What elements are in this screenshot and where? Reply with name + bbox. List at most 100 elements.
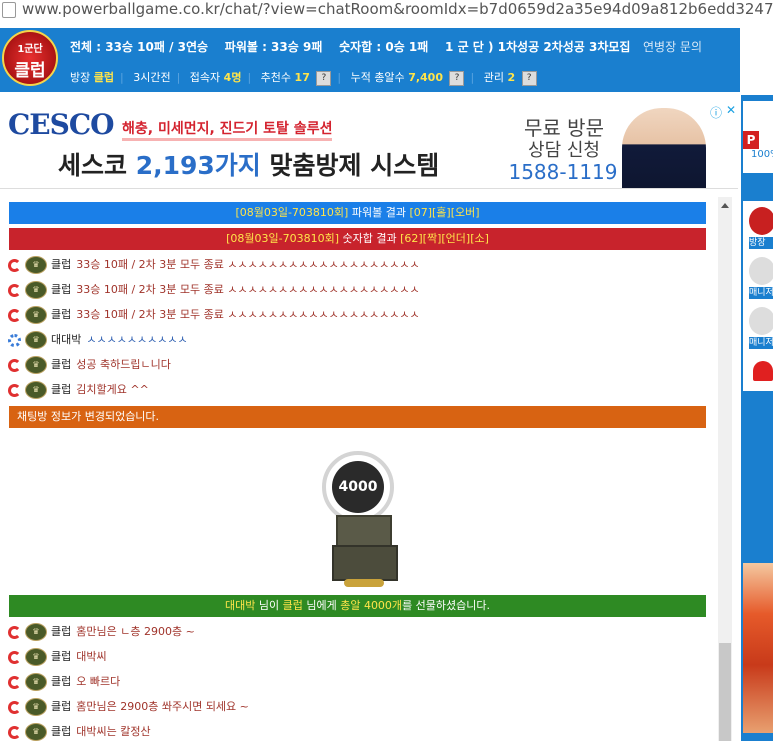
host-rank-icon xyxy=(8,675,21,689)
sum-result-bar: [08월03일-703810회] 숫자합 결과 [62][짝][언더][소] xyxy=(9,228,706,250)
users-count[interactable]: 4명 xyxy=(224,71,242,84)
message-text: ㅅㅅㅅㅅㅅㅅㅅㅅㅅㅅ xyxy=(86,333,188,346)
message-nick[interactable]: 클럽 xyxy=(51,383,71,396)
result-label: 숫자합 결과 xyxy=(339,232,401,245)
gift-item: 총알 4000개 xyxy=(340,599,403,612)
host-rank-icon xyxy=(8,650,21,664)
chat-message: ♛ 클럽 오 빠르다 xyxy=(8,671,120,693)
chat-message: ♛ 대대박 ㅅㅅㅅㅅㅅㅅㅅㅅㅅㅅ xyxy=(8,329,188,351)
ad-info-icon[interactable]: ⓘ xyxy=(710,104,722,121)
total-bullets-label: 누적 총알수 xyxy=(350,71,405,84)
ad-tagline: 해충, 미세먼지, 진드기 토탈 솔루션 xyxy=(122,118,333,141)
message-nick[interactable]: 클럽 xyxy=(51,725,71,738)
gift-sender: 대대박 xyxy=(224,599,256,612)
host-rank-icon xyxy=(8,283,21,297)
result-round: [08월03일-703810회] xyxy=(226,232,339,245)
total-record: 전체 : 33승 10패 / 3연승 xyxy=(70,40,209,54)
powerball-result-bar: [08월03일-703810회] 파워볼 결과 [07][홀][오버] xyxy=(9,202,706,224)
message-nick[interactable]: 클럽 xyxy=(51,625,71,638)
bullets-help-icon[interactable]: ? xyxy=(449,70,465,86)
gift-receiver: 클럽 xyxy=(282,599,303,612)
message-text: 홈만님은 2900층 쏴주시면 되세요 ~ xyxy=(76,700,249,713)
stats-row: 전체 : 33승 10패 / 3연승 파워볼 : 33승 9패 숫자합 : 0승… xyxy=(70,38,702,55)
room-age: 3시간전 xyxy=(133,71,171,84)
scrollbar-thumb[interactable] xyxy=(719,643,731,741)
host-name[interactable]: 클럽 xyxy=(94,71,114,84)
gift-notice-bar: 대대박 님이 클럽 님에게 총알 4000개를 선물하셨습니다. xyxy=(9,595,706,617)
level-badge-icon: ♛ xyxy=(25,623,47,641)
message-nick[interactable]: 클럽 xyxy=(51,675,71,688)
powerball-record: 파워볼 : 33승 9패 xyxy=(224,40,323,54)
food-ad-image[interactable] xyxy=(743,563,773,733)
message-text: 대박씨는 칼정산 xyxy=(76,725,151,738)
message-text: 홈만님은 ㄴ층 2900층 ~ xyxy=(76,625,195,638)
ad-headline: 세스코 2,193가지 맞춤방제 시스템 xyxy=(58,146,439,182)
message-text: 오 빠르다 xyxy=(76,675,121,688)
host-rank-icon xyxy=(8,358,21,372)
manage-label: 관리 xyxy=(483,71,504,84)
recommend-help-icon[interactable]: ? xyxy=(316,70,332,86)
chat-message: ♛ 클럽 33승 10패 / 2차 3분 모두 종료 ㅅㅅㅅㅅㅅㅅㅅㅅㅅㅅㅅㅅㅅㅅㅅ… xyxy=(8,304,420,326)
level-badge-icon: ♛ xyxy=(25,698,47,716)
info-row: 방장 클럽 | 3시간전 | 접속자 4명 | 추천수 17 ? | 누적 총알수 7,… xyxy=(70,69,537,86)
ad-headline-prefix: 세스코 xyxy=(58,151,136,180)
message-text: 33승 10패 / 2차 3분 모두 종료 ㅅㅅㅅㅅㅅㅅㅅㅅㅅㅅㅅㅅㅅㅅㅅㅅㅅㅅ… xyxy=(76,258,420,271)
url-text[interactable]: www.powerballgame.co.kr/chat/?view=chatR… xyxy=(22,0,773,18)
level-badge-icon: ♛ xyxy=(25,256,47,274)
gift-amount: 4000 xyxy=(332,461,384,513)
scroll-up-icon[interactable] xyxy=(721,203,729,208)
level-badge-icon: ♛ xyxy=(25,648,47,666)
message-nick[interactable]: 클럽 xyxy=(51,308,71,321)
ad-close-icon[interactable]: ✕ xyxy=(726,103,736,117)
chat-message: ♛ 클럽 성공 축하드립ㄴ니다 xyxy=(8,354,171,376)
message-text: 대박씨 xyxy=(76,650,107,663)
ad-headline-highlight: 2,193가지 xyxy=(135,151,261,180)
host-avatar-icon[interactable] xyxy=(749,207,773,235)
gift-notice-text: 님에게 xyxy=(302,599,341,612)
room-header: 1군단 클럽 전체 : 33승 10패 / 3연승 파워볼 : 33승 9패 숫… xyxy=(0,28,740,92)
manager-avatar-icon[interactable] xyxy=(749,257,773,285)
siren-icon[interactable] xyxy=(753,361,773,381)
message-nick[interactable]: 클럽 xyxy=(51,358,71,371)
message-nick[interactable]: 클럽 xyxy=(51,258,71,271)
level-badge-icon: ♛ xyxy=(25,281,47,299)
ad-brand-logo: CESCO xyxy=(8,108,115,141)
legion-info: 1 군 단 ) 1차성공 2차성공 3차모집 xyxy=(445,40,631,54)
page-icon xyxy=(2,2,16,18)
message-text: 33승 10패 / 2차 3분 모두 종료 ㅅㅅㅅㅅㅅㅅㅅㅅㅅㅅㅅㅅㅅㅅㅅㅅㅅㅅ… xyxy=(76,283,420,296)
ammo-box-icon xyxy=(332,545,398,581)
message-nick[interactable]: 클럽 xyxy=(51,283,71,296)
message-nick[interactable]: 클럽 xyxy=(51,650,71,663)
level-badge-icon: ♛ xyxy=(25,306,47,324)
level-badge-icon: ♛ xyxy=(25,673,47,691)
address-bar[interactable]: www.powerballgame.co.kr/chat/?view=chatR… xyxy=(0,0,773,18)
message-nick[interactable]: 대대박 xyxy=(51,333,81,346)
message-text: 33승 10패 / 2차 3분 모두 종료 ㅅㅅㅅㅅㅅㅅㅅㅅㅅㅅㅅㅅㅅㅅㅅㅅㅅㅅ… xyxy=(76,308,420,321)
chat-message: ♛ 클럽 대박씨는 칼정산 xyxy=(8,721,151,741)
chat-message: ♛ 클럽 33승 10패 / 2차 3분 모두 종료 ㅅㅅㅅㅅㅅㅅㅅㅅㅅㅅㅅㅅㅅㅅㅅ… xyxy=(8,279,420,301)
gift-notice-text: 님이 xyxy=(255,599,283,612)
message-nick[interactable]: 클럽 xyxy=(51,700,71,713)
level-badge-icon: ♛ xyxy=(25,381,47,399)
result-value: [07][홀][오버] xyxy=(409,206,480,219)
chat-message: ♛ 클럽 홈만님은 2900층 쏴주시면 되세요 ~ xyxy=(8,696,249,718)
manage-help-icon[interactable]: ? xyxy=(521,70,537,86)
host-rank-icon xyxy=(8,625,21,639)
sum-record: 숫자합 : 0승 1패 xyxy=(339,40,429,54)
manager-avatar-icon[interactable] xyxy=(749,307,773,335)
sidebar-panel: P 100% xyxy=(743,101,773,173)
ad-headline-suffix: 맞춤방제 시스템 xyxy=(260,151,440,180)
chat-message: ♛ 클럽 홈만님은 ㄴ층 2900층 ~ xyxy=(8,621,195,643)
host-rank-icon xyxy=(8,700,21,714)
percent-value: 100% xyxy=(751,149,773,160)
advertisement-banner[interactable]: CESCO 해충, 미세먼지, 진드기 토탈 솔루션 세스코 2,193가지 맞… xyxy=(0,102,738,189)
member-role: 매니저 xyxy=(749,337,773,349)
manage-count: 2 xyxy=(507,71,516,84)
member-role: 방장 xyxy=(749,237,773,249)
gift-notice-text: 를 선물하셨습니다. xyxy=(402,599,491,612)
message-text: 김치할게요 ^^ xyxy=(76,383,149,396)
users-label: 접속자 xyxy=(189,71,221,84)
chat-scrollbar[interactable] xyxy=(718,197,732,741)
recommend-count: 17 xyxy=(294,71,310,84)
chat-message: ♛ 클럽 대박씨 xyxy=(8,646,107,668)
